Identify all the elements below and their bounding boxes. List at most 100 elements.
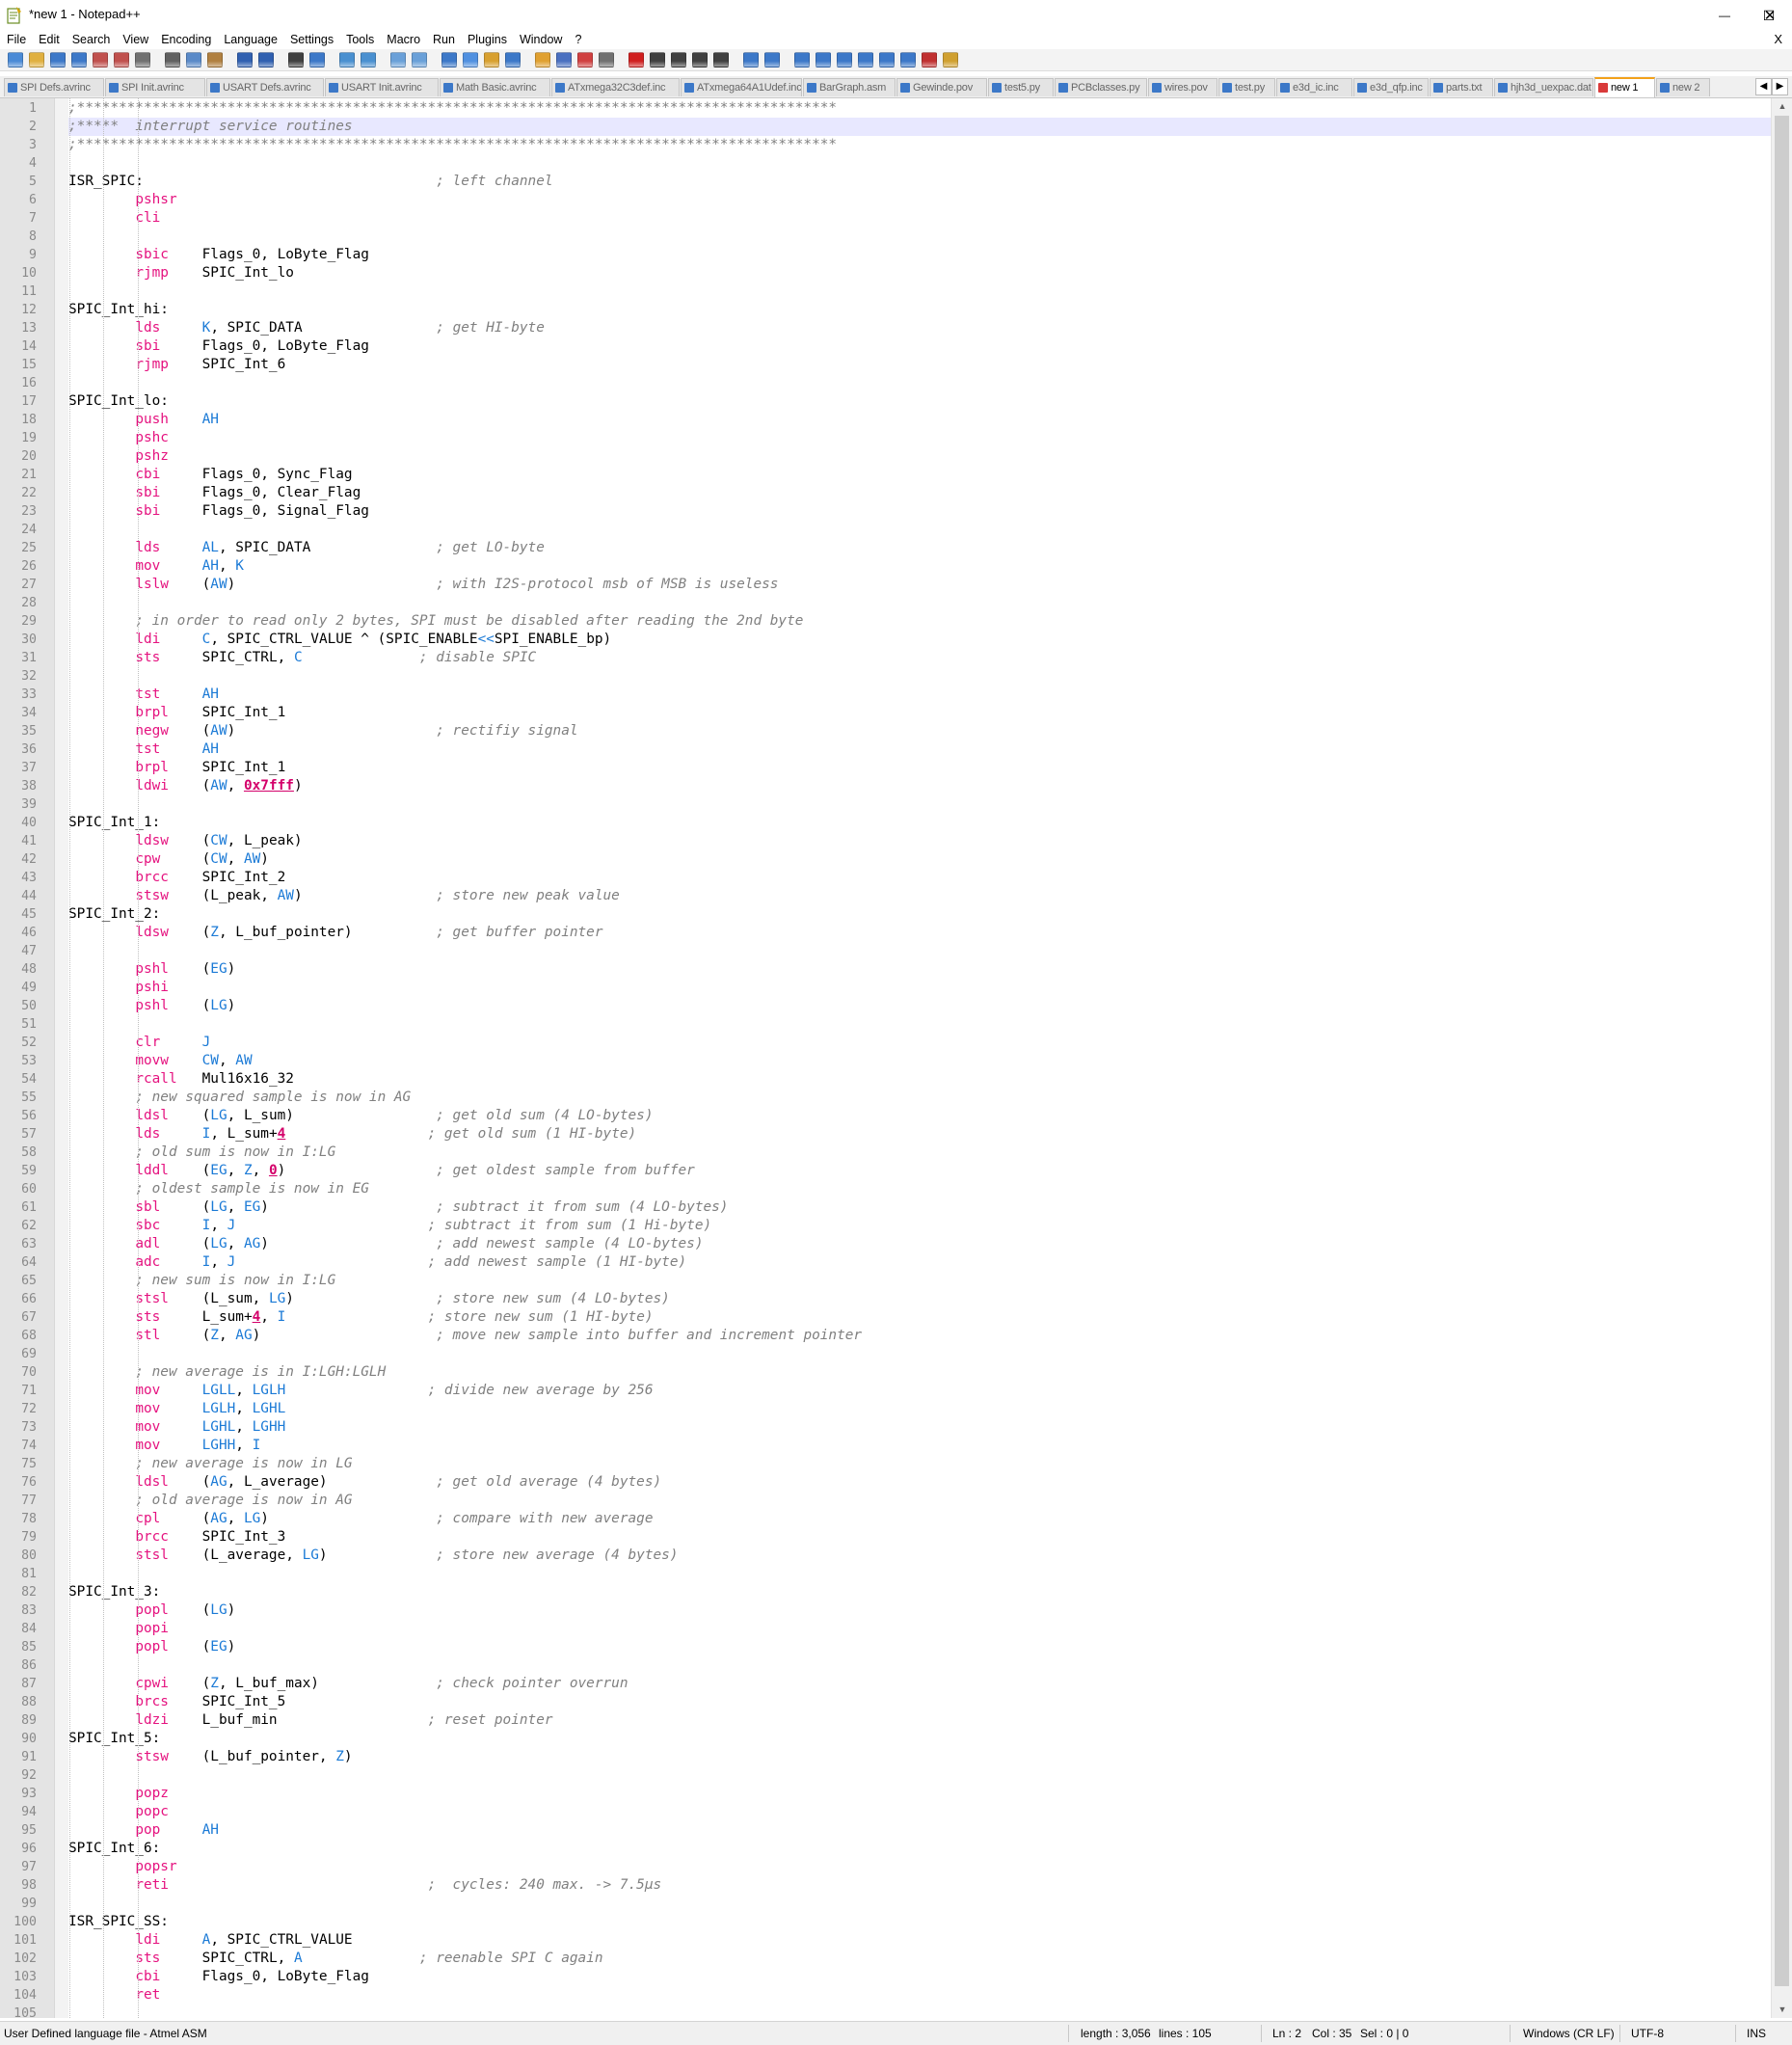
code-line[interactable]: ; in order to read only 2 bytes, SPI mus… (68, 612, 1771, 631)
menu-macro[interactable]: Macro (380, 31, 426, 46)
minimize-button[interactable]: — (1702, 0, 1747, 31)
code-line[interactable]: movw CW, AW (68, 1052, 1771, 1070)
code-line[interactable] (68, 228, 1771, 246)
code-line[interactable] (68, 1345, 1771, 1363)
editor[interactable]: 1 2 3 4 5 6 7 8 9 10 11 12 13 14 15 16 17 18 19 20 21 22 23 24 2… (0, 98, 1792, 2018)
code-line[interactable]: ldsl (AG, L_average) ; get old average (… (68, 1473, 1771, 1492)
menu-file[interactable]: File (0, 31, 32, 46)
next-diff-icon[interactable] (837, 52, 852, 67)
code-line[interactable] (68, 1656, 1771, 1675)
status-insert-mode[interactable]: INS (1747, 2027, 1766, 2040)
code-line[interactable]: popi (68, 1620, 1771, 1638)
code-line[interactable]: cpw (CW, AW) (68, 850, 1771, 869)
code-line[interactable]: clr J (68, 1034, 1771, 1052)
first-diff-icon[interactable] (858, 52, 873, 67)
tab-new-1[interactable]: new 1 (1594, 77, 1655, 97)
word-wrap-icon[interactable] (441, 52, 457, 67)
code-line[interactable]: lds I, L_sum+4 ; get old sum (1 HI-byte) (68, 1125, 1771, 1144)
code-line[interactable]: ; new sum is now in I:LG (68, 1272, 1771, 1290)
code-line[interactable] (68, 1895, 1771, 1913)
open-file-icon[interactable] (29, 52, 44, 67)
code-line[interactable]: ; new average is in I:LGH:LGLH (68, 1363, 1771, 1382)
code-line[interactable]: sbic Flags_0, LoByte_Flag (68, 246, 1771, 264)
code-line[interactable]: mov LGHH, I (68, 1437, 1771, 1455)
code-line[interactable] (68, 1015, 1771, 1034)
code-line[interactable]: sbi Flags_0, LoByte_Flag (68, 337, 1771, 356)
scrollbar-thumb[interactable] (1775, 116, 1789, 1986)
prev-diff-icon[interactable] (816, 52, 831, 67)
menu-view[interactable]: View (116, 31, 154, 46)
code-line[interactable]: pshz (68, 447, 1771, 466)
code-line[interactable] (68, 374, 1771, 392)
replace-icon[interactable] (309, 52, 325, 67)
compare-lines-icon[interactable] (794, 52, 810, 67)
menu-window[interactable]: Window (513, 31, 568, 46)
code-line[interactable]: lslw (AW) ; with I2S-protocol msb of MSB… (68, 576, 1771, 594)
code-line[interactable]: sts SPIC_CTRL, A ; reenable SPI C again (68, 1950, 1771, 1968)
code-line[interactable] (68, 795, 1771, 814)
code-line[interactable]: pop AH (68, 1821, 1771, 1840)
code-line[interactable]: ; new squared sample is now in AG (68, 1089, 1771, 1107)
menu-tools[interactable]: Tools (339, 31, 380, 46)
code-line[interactable]: popz (68, 1785, 1771, 1803)
close-icon[interactable] (93, 52, 108, 67)
tab-new-2[interactable]: new 2 (1656, 78, 1710, 96)
tab-e3d-ic-inc[interactable]: e3d_ic.inc (1276, 78, 1352, 96)
code-line[interactable]: brcc SPIC_Int_2 (68, 869, 1771, 887)
code-line[interactable]: mov LGHL, LGHH (68, 1418, 1771, 1437)
code-area[interactable]: ;***************************************… (68, 98, 1771, 2018)
code-line[interactable] (68, 154, 1771, 173)
tab-spi-defs-avrinc[interactable]: SPI Defs.avrinc (4, 78, 104, 96)
code-line[interactable]: push AH (68, 411, 1771, 429)
code-line[interactable]: ISR_SPIC: ; left channel (68, 173, 1771, 191)
cut-icon[interactable] (165, 52, 180, 67)
tab-atxmega32c3def-inc[interactable]: ATxmega32C3def.inc (551, 78, 680, 96)
show-all-chars-icon[interactable] (463, 52, 478, 67)
code-line[interactable]: pshi (68, 979, 1771, 997)
code-line[interactable]: ;***** interrupt service routines (68, 118, 1771, 136)
tab-usart-defs-avrinc[interactable]: USART Defs.avrinc (206, 78, 324, 96)
code-line[interactable]: popsr (68, 1858, 1771, 1876)
tab-test-py[interactable]: test.py (1218, 78, 1275, 96)
code-line[interactable]: popl (EG) (68, 1638, 1771, 1656)
tab-bargraph-asm[interactable]: BarGraph.asm (803, 78, 896, 96)
close-document-button[interactable]: X (1774, 32, 1782, 46)
menu-plugins[interactable]: Plugins (461, 31, 513, 46)
tab-spi-init-avrinc[interactable]: SPI Init.avrinc (105, 78, 205, 96)
code-line[interactable]: stsw (L_buf_pointer, Z) (68, 1748, 1771, 1766)
code-line[interactable]: pshc (68, 429, 1771, 447)
close-window-button[interactable]: ✕ (1748, 0, 1792, 31)
close-all-icon[interactable] (114, 52, 129, 67)
menu-encoding[interactable]: Encoding (154, 31, 217, 46)
function-list-icon[interactable] (556, 52, 572, 67)
tab-math-basic-avrinc[interactable]: Math Basic.avrinc (440, 78, 550, 96)
status-eol[interactable]: Windows (CR LF) (1523, 2027, 1615, 2040)
code-line[interactable]: SPIC_Int_2: (68, 905, 1771, 924)
tab-hjh3d-uexpac-dat[interactable]: hjh3d_uexpac.dat (1494, 78, 1593, 96)
save-icon[interactable] (50, 52, 66, 67)
tab-parts-txt[interactable]: parts.txt (1430, 78, 1493, 96)
code-line[interactable]: cpwi (Z, L_buf_max) ; check pointer over… (68, 1675, 1771, 1693)
code-line[interactable]: ldsl (LG, L_sum) ; get old sum (4 LO-byt… (68, 1107, 1771, 1125)
save-macro-icon[interactable] (713, 52, 729, 67)
code-line[interactable]: mov LGLL, LGLH ; divide new average by 2… (68, 1382, 1771, 1400)
code-line[interactable]: ; oldest sample is now in EG (68, 1180, 1771, 1198)
sync-vertical-icon[interactable] (390, 52, 406, 67)
code-line[interactable]: sts L_sum+4, I ; store new sum (1 HI-byt… (68, 1308, 1771, 1327)
menu-language[interactable]: Language (217, 31, 283, 46)
explorer-icon[interactable] (943, 52, 958, 67)
code-line[interactable]: brcc SPIC_Int_3 (68, 1528, 1771, 1547)
code-line[interactable]: adl (LG, AG) ; add newest sample (4 LO-b… (68, 1235, 1771, 1253)
monitoring-icon[interactable] (599, 52, 614, 67)
zoom-out-icon[interactable] (361, 52, 376, 67)
code-line[interactable]: ; old average is now in AG (68, 1492, 1771, 1510)
compare-icon[interactable] (764, 52, 780, 67)
code-line[interactable]: rjmp SPIC_Int_6 (68, 356, 1771, 374)
code-line[interactable]: cbi Flags_0, LoByte_Flag (68, 1968, 1771, 1986)
code-line[interactable]: tst AH (68, 686, 1771, 704)
run-macro-multiple-icon[interactable] (692, 52, 708, 67)
code-line[interactable]: sbi Flags_0, Signal_Flag (68, 502, 1771, 521)
redo-icon[interactable] (258, 52, 274, 67)
tab-atxmega64a1udef-inc[interactable]: ATxmega64A1Udef.inc (681, 78, 802, 96)
status-encoding[interactable]: UTF-8 (1631, 2027, 1664, 2040)
